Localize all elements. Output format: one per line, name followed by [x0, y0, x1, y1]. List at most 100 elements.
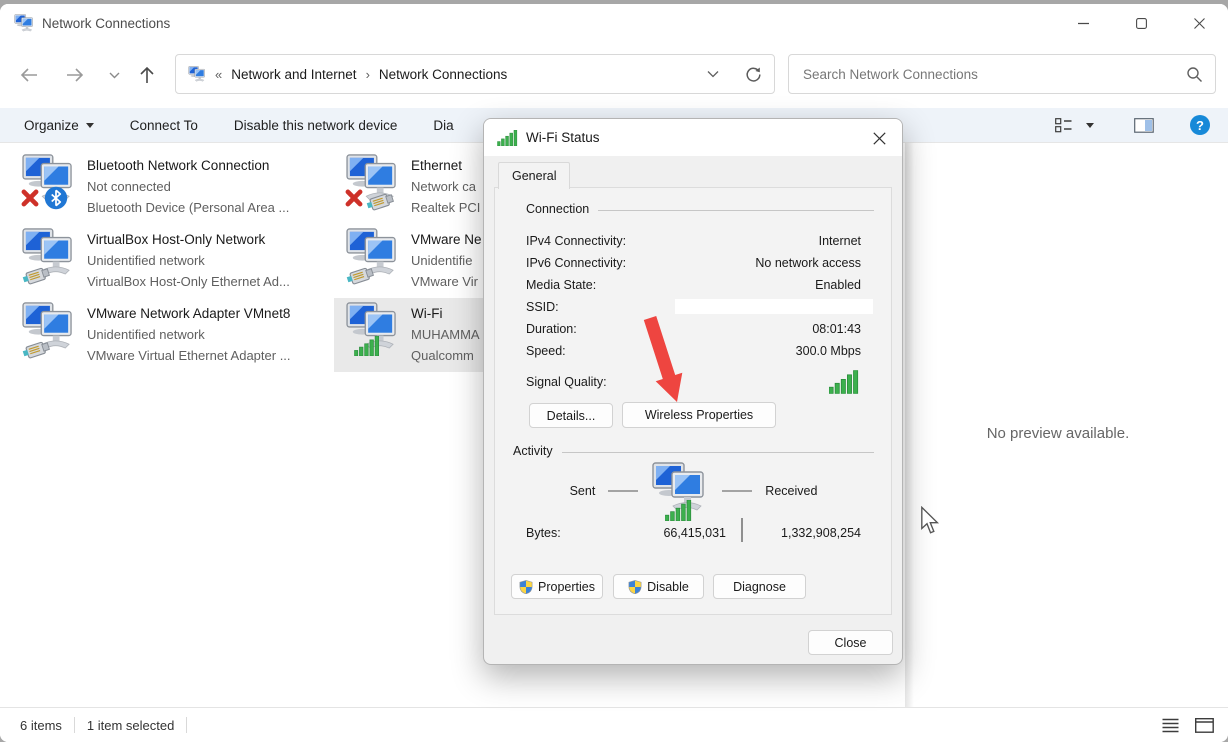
tab-general-label: General	[512, 169, 556, 183]
help-button[interactable]: ?	[1190, 115, 1210, 135]
disable-button[interactable]: Disable	[613, 574, 704, 599]
connection-device: VMware Vir	[411, 271, 482, 292]
up-button[interactable]	[132, 60, 162, 90]
activity-row: Sent Received	[526, 460, 861, 522]
ethernet-plug-icon	[366, 190, 396, 211]
field-label: Signal Quality:	[526, 375, 607, 389]
field-value: Enabled	[815, 278, 861, 292]
details-button-label: Details...	[547, 409, 596, 423]
bytes-label: Bytes:	[526, 526, 561, 540]
close-dialog-button[interactable]: Close	[808, 630, 893, 655]
breadcrumb-network-and-internet[interactable]: Network and Internet	[231, 67, 356, 82]
disable-device-button[interactable]: Disable this network device	[234, 118, 398, 133]
preview-pane-icon[interactable]	[1134, 118, 1154, 133]
wireless-properties-label: Wireless Properties	[645, 408, 753, 422]
group-divider-line	[598, 210, 874, 211]
navigation-bar: « Network and Internet › Network Connect…	[0, 42, 1228, 108]
diagnose-label: Dia	[433, 118, 453, 133]
breadcrumb-overflow-chevron[interactable]: «	[215, 67, 222, 82]
address-dropdown-chevron-icon[interactable]	[707, 70, 719, 78]
field-value: Internet	[819, 234, 861, 248]
breadcrumb-network-connections[interactable]: Network Connections	[379, 67, 507, 82]
organize-menu[interactable]: Organize	[24, 118, 94, 133]
selected-count: 1 item selected	[87, 718, 174, 733]
connection-name: Bluetooth Network Connection	[87, 155, 289, 176]
details-button[interactable]: Details...	[529, 403, 613, 428]
activity-dash	[722, 490, 752, 492]
address-bar[interactable]: « Network and Internet › Network Connect…	[175, 54, 775, 94]
dialog-close-button[interactable]	[866, 126, 892, 150]
bluetooth-icon	[44, 186, 68, 210]
field-row-duration: Duration: 08:01:43	[526, 318, 861, 340]
maximize-icon	[1136, 18, 1147, 29]
back-button[interactable]	[14, 60, 44, 90]
connection-device: VMware Virtual Ethernet Adapter ...	[87, 345, 291, 366]
diagnose-connection-button[interactable]: Dia	[433, 118, 453, 133]
connection-device: Qualcomm	[411, 345, 480, 366]
status-bar: 6 items 1 item selected	[0, 707, 1228, 742]
preview-pane: No preview available.	[914, 143, 1228, 708]
view-options-caret-icon[interactable]	[1086, 123, 1094, 128]
recent-locations-button[interactable]	[99, 60, 129, 90]
received-label: Received	[765, 484, 817, 498]
field-label: Speed:	[526, 344, 566, 358]
connection-name: VirtualBox Host-Only Network	[87, 229, 290, 250]
field-label: Duration:	[526, 322, 577, 336]
connection-name: Ethernet	[411, 155, 480, 176]
forward-button[interactable]	[60, 60, 90, 90]
connect-to-label: Connect To	[130, 118, 198, 133]
activity-group-header: Activity	[513, 444, 874, 458]
diagnose-button-label: Diagnose	[733, 580, 786, 594]
uac-shield-icon	[519, 580, 533, 594]
statusbar-divider	[74, 717, 75, 733]
list-item-bluetooth[interactable]: Bluetooth Network Connection Not connect…	[10, 150, 334, 224]
up-arrow-icon	[139, 66, 155, 84]
red-annotation-arrow	[633, 312, 693, 408]
connection-group-header: Connection	[513, 202, 874, 216]
statusbar-divider	[186, 717, 187, 733]
tab-general[interactable]: General	[498, 162, 570, 189]
field-row-ssid: SSID:	[526, 296, 861, 318]
details-view-toggle-icon[interactable]	[1162, 718, 1179, 733]
search-icon[interactable]	[1186, 66, 1203, 83]
connect-to-button[interactable]: Connect To	[130, 118, 198, 133]
field-value: 08:01:43	[812, 322, 861, 336]
connection-device: Bluetooth Device (Personal Area ...	[87, 197, 289, 218]
close-icon	[873, 132, 886, 145]
wifi-signal-icon	[354, 336, 380, 356]
search-box[interactable]	[788, 54, 1216, 94]
list-item-vmnet8[interactable]: VMware Network Adapter VMnet8 Unidentifi…	[10, 298, 334, 372]
connection-status: Network ca	[411, 176, 480, 197]
list-item-virtualbox[interactable]: VirtualBox Host-Only Network Unidentifie…	[10, 224, 334, 298]
ethernet-plug-icon	[346, 264, 376, 285]
close-button[interactable]	[1170, 4, 1228, 42]
refresh-icon[interactable]	[745, 66, 762, 83]
minimize-button[interactable]	[1054, 4, 1112, 42]
disable-device-label: Disable this network device	[234, 118, 398, 133]
bytes-received-value: 1,332,908,254	[711, 526, 861, 540]
maximize-button[interactable]	[1112, 4, 1170, 42]
error-x-icon	[20, 188, 40, 208]
ethernet-plug-icon	[22, 338, 52, 359]
close-icon	[1194, 18, 1205, 29]
signal-quality-bars-icon	[829, 370, 859, 394]
field-row-signal-quality: Signal Quality:	[526, 368, 861, 396]
properties-button[interactable]: Properties	[511, 574, 603, 599]
help-question-glyph: ?	[1196, 118, 1204, 133]
field-row-ipv6: IPv6 Connectivity: No network access	[526, 252, 861, 274]
dialog-title-bar: Wi-Fi Status	[484, 119, 902, 156]
dialog-title: Wi-Fi Status	[526, 130, 600, 145]
connection-name: VMware Network Adapter VMnet8	[87, 303, 291, 324]
field-label: Media State:	[526, 278, 596, 292]
large-icons-view-toggle-icon[interactable]	[1195, 718, 1214, 733]
diagnose-button[interactable]: Diagnose	[713, 574, 806, 599]
connection-device: VirtualBox Host-Only Ethernet Ad...	[87, 271, 290, 292]
network-adapter-icon	[20, 300, 78, 362]
network-adapter-icon	[20, 152, 78, 214]
details-view-icon[interactable]	[1055, 118, 1072, 133]
ssid-redacted-box	[675, 299, 873, 314]
field-value: No network access	[755, 256, 861, 270]
search-input[interactable]	[801, 66, 1186, 83]
ethernet-plug-icon	[22, 264, 52, 285]
uac-shield-icon	[628, 580, 642, 594]
